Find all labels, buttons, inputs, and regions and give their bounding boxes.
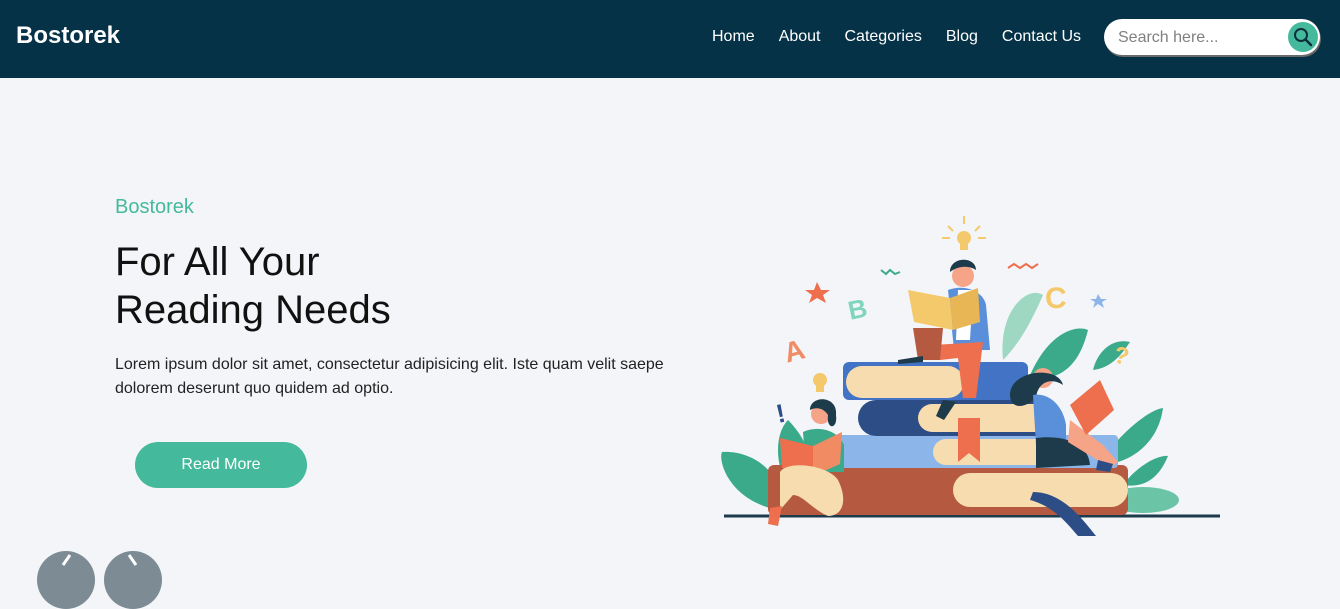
nav-contact-us[interactable]: Contact Us (1002, 27, 1081, 47)
hero-title: For All Your Reading Needs (115, 238, 615, 334)
hero-description: Lorem ipsum dolor sit amet, consectetur … (115, 356, 664, 397)
svg-text:!: ! (773, 398, 788, 429)
chevron-left-icon (61, 554, 72, 566)
svg-text:C: C (1045, 282, 1067, 315)
search-input[interactable] (1116, 27, 1290, 49)
carousel-prev-button[interactable] (37, 551, 95, 609)
search-button[interactable] (1288, 22, 1318, 52)
nav-categories[interactable]: Categories (845, 27, 922, 47)
svg-text:B: B (845, 292, 870, 325)
main-nav: Home About Categories Blog Contact Us (712, 27, 1081, 47)
brand-logo[interactable]: Bostorek (16, 22, 120, 50)
hero-title-line: For All Your (115, 240, 320, 284)
chevron-right-icon (127, 554, 138, 566)
search-icon (1294, 28, 1313, 47)
nav-about[interactable]: About (779, 27, 821, 47)
nav-blog[interactable]: Blog (946, 27, 978, 47)
read-more-button[interactable]: Read More (135, 442, 307, 488)
carousel-next-button[interactable] (104, 551, 162, 609)
hero-eyebrow: Bostorek (115, 196, 194, 218)
search-box (1104, 19, 1320, 55)
nav-home[interactable]: Home (712, 27, 755, 47)
hero-title-line: Reading Needs (115, 288, 391, 332)
top-navbar: Bostorek Home About Categories Blog Cont… (0, 0, 1340, 78)
svg-text:A: A (781, 333, 809, 368)
reading-illustration: B A C ? ! (721, 216, 1220, 536)
